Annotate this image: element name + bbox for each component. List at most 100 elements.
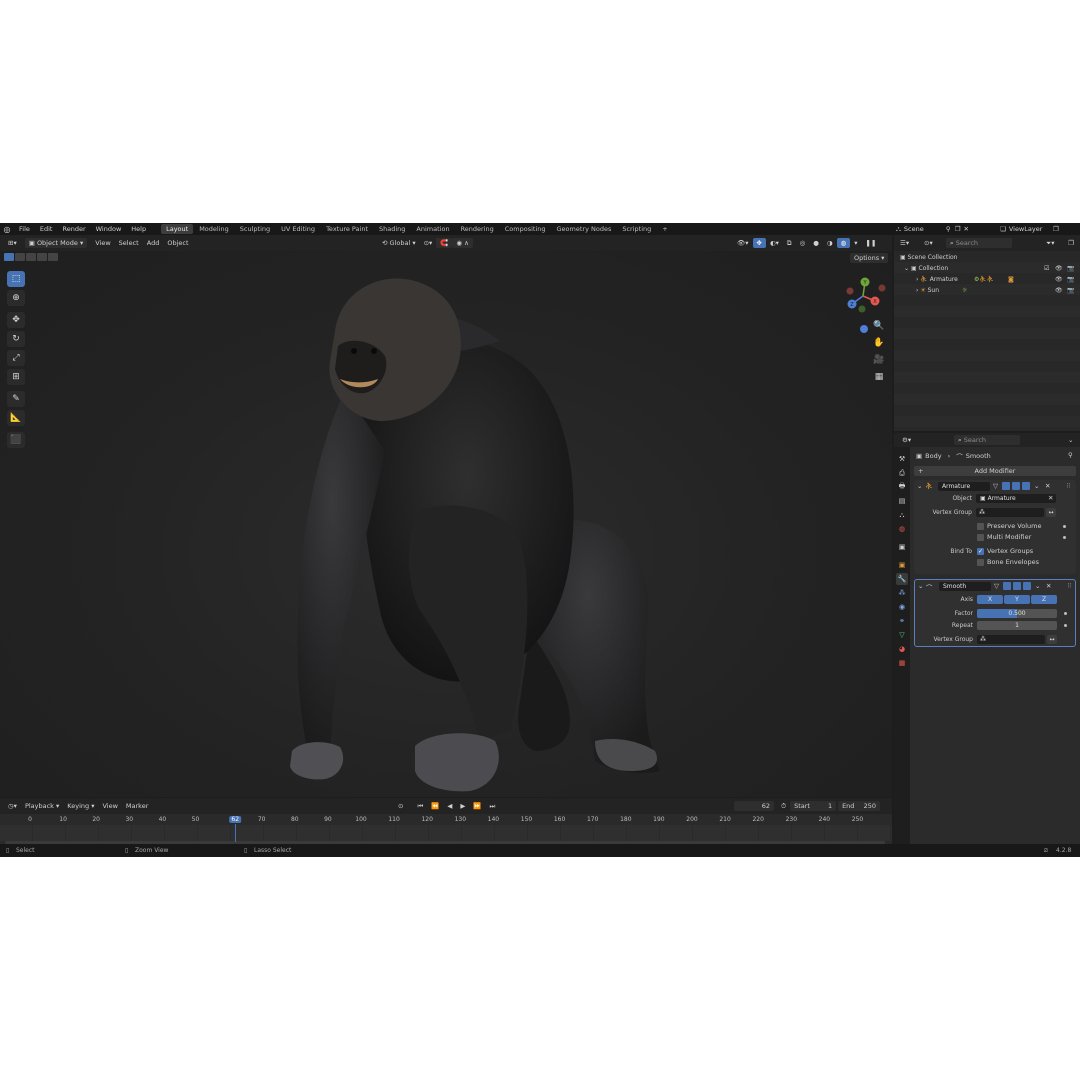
smooth-modifier-name[interactable]: Smooth [939,582,991,591]
constraints-tab-icon[interactable]: ⚭ [896,615,908,627]
armature-dropdown-icon[interactable]: ⌄ [1034,482,1039,490]
material-tab-icon[interactable]: ◕ [896,643,908,655]
armature-drag-icon[interactable]: ⠿ [1066,482,1071,490]
multi-modifier-checkbox[interactable] [977,534,984,541]
tab-shading[interactable]: Shading [374,224,410,234]
perspective-grid-icon[interactable]: ▦ [872,370,886,384]
pin-properties-icon[interactable]: ⚲ [1068,451,1073,459]
invert-vertex-group-icon[interactable]: ↔ [1046,508,1056,517]
proportional-edit-icon[interactable]: ◉ ∧ [452,238,473,248]
armature-visibility-icon[interactable]: 👁 [1055,274,1063,285]
outliner-scene-collection[interactable]: ▣ Scene Collection [900,252,957,263]
menu-timeline-view[interactable]: View [98,801,121,811]
tab-modeling[interactable]: Modeling [194,224,234,234]
outliner-search[interactable]: ⌕ Search [946,238,1012,248]
repeat-keyframe-icon[interactable] [1064,624,1067,627]
object-field[interactable]: ▣ Armature [976,494,1056,503]
menu-help[interactable]: Help [126,223,151,235]
repeat-field[interactable]: 1 [977,621,1057,630]
menu-edit[interactable]: Edit [35,223,58,235]
rendered-shading-icon[interactable]: ◍ [836,238,851,248]
menu-add[interactable]: Add [143,238,164,248]
outliner-item-armature[interactable]: › ⛹ Armature ⚙⛹⛹ ◙ 👁 📷 [916,274,1078,285]
armature-modifier-name[interactable]: Armature [938,482,990,491]
transform-tool-icon[interactable]: ⊞ [7,369,25,385]
factor-slider[interactable]: 0.500 [977,609,1057,618]
tab-uv-editing[interactable]: UV Editing [276,224,320,234]
menu-object[interactable]: Object [163,238,192,248]
select-intersect-icon[interactable] [48,253,58,261]
preserve-volume-keyframe-icon[interactable] [1063,525,1066,528]
pause-render-icon[interactable]: ❚❚ [862,238,881,248]
filter-icon[interactable]: ⏷▾ [1042,238,1058,248]
smooth-remove-icon[interactable]: ✕ [1046,582,1051,590]
timeline-editor-icon[interactable]: ◷▾ [4,801,21,811]
preserve-volume-checkbox[interactable] [977,523,984,530]
gizmo-neg-x-2[interactable] [878,284,886,292]
snap-icon[interactable]: 🧲 [436,238,453,248]
smooth-invert-vertex-group-icon[interactable]: ↔ [1047,635,1057,644]
outliner-collection[interactable]: ⌄ ▣ Collection ☑ 👁 📷 [904,263,1078,274]
menu-marker[interactable]: Marker [122,801,152,811]
shading-options-icon[interactable]: ▾ [850,238,861,248]
menu-view[interactable]: View [91,238,114,248]
tab-scripting[interactable]: Scripting [617,224,656,234]
start-frame-field[interactable]: Start 1 [790,801,837,811]
orientation-dropdown[interactable]: ⟲ Global ▾ [378,238,420,248]
play-reverse-icon[interactable]: ◀ [443,801,456,811]
axis-x-toggle[interactable]: X [977,595,1003,604]
properties-options-icon[interactable]: ⌄ [1064,435,1077,445]
gorilla-model[interactable] [270,271,670,797]
sun-render-icon[interactable]: 📷 [1067,285,1074,296]
mode-dropdown[interactable]: ▣ Object Mode ▾ [24,238,88,248]
tab-sculpting[interactable]: Sculpting [235,224,275,234]
new-collection-icon[interactable]: ❐ [1064,238,1078,248]
menu-file[interactable]: File [14,223,35,235]
menu-keying[interactable]: Keying ▾ [63,801,98,811]
end-frame-field[interactable]: End 250 [838,801,881,811]
select-subtract-icon[interactable] [26,253,36,261]
gizmo-neg-z[interactable] [860,325,868,333]
armature-render-icon[interactable]: 📷 [1067,274,1074,285]
visibility-icon[interactable]: 👁▾ [733,238,753,248]
particles-tab-icon[interactable]: ⁂ [896,587,908,599]
display-mode-icon[interactable]: ⊙▾ [920,238,937,248]
vertex-groups-checkbox[interactable]: ✓ [977,548,984,555]
tab-rendering[interactable]: Rendering [456,224,499,234]
pan-hand-icon[interactable]: ✋ [872,336,886,350]
tab-animation[interactable]: Animation [411,224,454,234]
timeline-area[interactable]: 0 10 20 30 40 50 62 70 80 90 100 110 120 130 140 150 160… [0,814,892,844]
add-modifier-button[interactable]: + Add Modifier [914,466,1076,476]
menu-select[interactable]: Select [115,238,143,248]
select-new-icon[interactable] [4,253,14,261]
pin-icon[interactable]: ⚲ [946,225,951,233]
view-layer-selector[interactable]: ❏ ViewLayer ❐ [1000,224,1059,234]
measure-tool-icon[interactable]: 📐 [7,410,25,426]
zoom-icon[interactable]: 🔍 [872,319,886,333]
smooth-edit-cage-icon[interactable]: ▽ [994,582,999,590]
select-extend-icon[interactable] [15,253,25,261]
close-scene-icon[interactable]: ✕ [964,225,969,233]
bone-envelopes-checkbox[interactable] [977,559,984,566]
xray-icon[interactable]: ⧉ [783,238,796,248]
axis-z-toggle[interactable]: Z [1031,595,1057,604]
stopwatch-icon[interactable]: ⏱ [777,801,790,811]
move-tool-icon[interactable]: ✥ [7,312,25,328]
prev-keyframe-icon[interactable]: ⏪ [427,801,443,811]
properties-editor-icon[interactable]: ⚙▾ [898,435,915,445]
menu-render[interactable]: Render [57,223,90,235]
physics-tab-icon[interactable]: ◉ [896,601,908,613]
blender-logo-icon[interactable]: ◎ [0,225,14,234]
gizmo-neg-x[interactable] [846,287,854,295]
smooth-render-icon[interactable] [1023,582,1031,590]
axis-y-toggle[interactable]: Y [1004,595,1030,604]
smooth-dropdown-icon[interactable]: ⌄ [1035,582,1040,590]
collapse-smooth-icon[interactable]: ⌄ [918,582,923,590]
tab-layout[interactable]: Layout [161,224,194,234]
armature-edit-cage-icon[interactable]: ▽ [993,482,998,490]
outliner-item-sun[interactable]: › ☀ Sun ☼ 👁 📷 [916,285,1078,296]
wireframe-shading-icon[interactable]: ◎ [796,238,810,248]
add-workspace-icon[interactable]: + [657,224,672,234]
scene-tab-icon[interactable]: ⛬ [896,509,908,521]
current-frame-field[interactable]: 62 [734,801,774,811]
